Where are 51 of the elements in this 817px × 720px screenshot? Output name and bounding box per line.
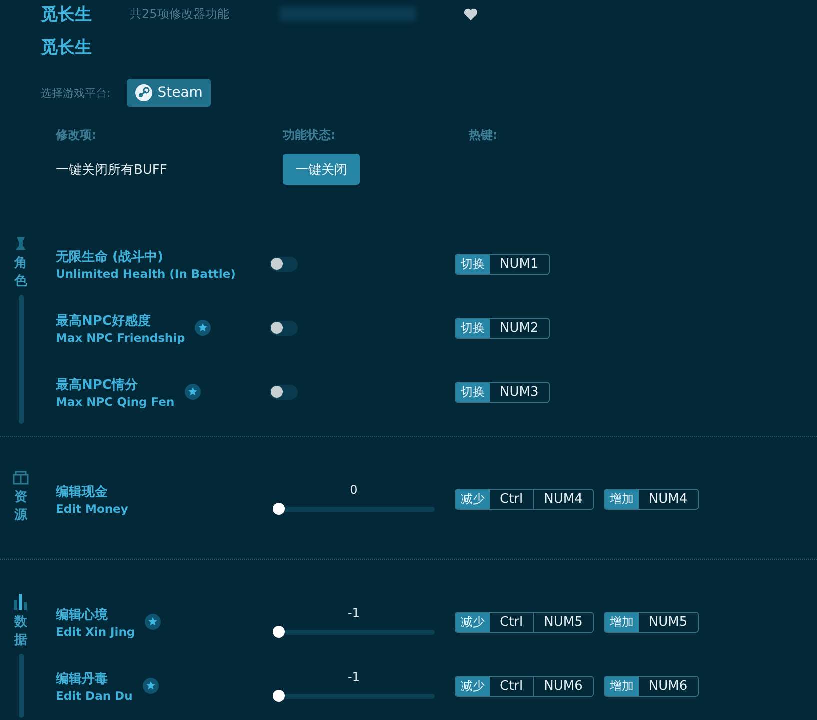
bar-chart-icon <box>13 594 29 610</box>
buff-label: 一键关闭所有BUFF <box>56 162 168 178</box>
slider[interactable] <box>273 690 435 702</box>
column-header: 功能状态: <box>283 127 337 144</box>
hotkey-badge[interactable]: 减少 Ctrl NUM5 <box>455 612 594 632</box>
option-name-english: Edit Xin Jing <box>56 624 136 638</box>
app-title: 觅长生 <box>41 4 93 26</box>
game-title: 觅长生 <box>41 37 93 59</box>
slider[interactable] <box>273 626 435 638</box>
chest-icon <box>13 471 29 485</box>
hotkey-badge[interactable]: 减少 Ctrl NUM6 <box>455 676 594 696</box>
hotkey-badge[interactable]: 增加 NUM6 <box>604 676 699 696</box>
slider-thumb[interactable] <box>273 503 285 515</box>
option-name: 最高NPC情分 <box>56 376 139 394</box>
toggle-switch[interactable] <box>270 320 298 336</box>
hotkey-badge[interactable]: 切换 NUM3 <box>455 382 550 402</box>
heart-icon[interactable] <box>464 8 478 20</box>
hotkey-badge[interactable]: 增加 NUM4 <box>604 488 699 510</box>
option-name: 编辑心境 <box>56 606 109 624</box>
slider-thumb[interactable] <box>273 626 285 638</box>
hotkey-badge[interactable]: 减少 Ctrl NUM4 <box>455 488 594 510</box>
category-label: 数据 <box>14 614 28 650</box>
toggle-switch[interactable] <box>270 384 298 400</box>
option-name-english: Edit Money <box>56 502 128 516</box>
platform-logo-icon <box>134 84 153 102</box>
hotkey-badge[interactable]: 切换 NUM2 <box>455 318 550 338</box>
slider-value: 0 <box>349 483 359 497</box>
figure-icon <box>14 236 28 251</box>
column-header: 热键: <box>469 127 499 144</box>
hotkey-badge[interactable]: 增加 NUM5 <box>604 612 699 632</box>
slider-thumb[interactable] <box>273 690 285 702</box>
disable-all-button[interactable]: 一键关闭 <box>283 154 360 185</box>
hotkey-badge[interactable]: 切换 NUM1 <box>455 254 550 274</box>
option-name: 编辑丹毒 <box>56 670 109 688</box>
option-name: 最高NPC好感度 <box>56 312 152 330</box>
slider-value: -1 <box>347 606 361 620</box>
slider[interactable] <box>273 503 435 515</box>
column-header: 修改项: <box>56 127 98 144</box>
option-name: 无限生命 (战斗中) <box>56 248 164 266</box>
option-name-english: Max NPC Qing Fen <box>56 394 175 408</box>
platform-label: 选择游戏平台: <box>41 86 111 100</box>
option-name-english: Max NPC Friendship <box>56 330 186 344</box>
option-name: 编辑现金 <box>56 484 109 500</box>
option-name-english: Unlimited Health (In Battle) <box>56 266 236 280</box>
platform-button[interactable]: Steam <box>126 79 211 107</box>
toggle-switch[interactable] <box>270 256 298 272</box>
category-label: 资源 <box>14 489 28 526</box>
slider-value: -1 <box>347 670 361 684</box>
option-name-english: Edit Dan Du <box>56 688 133 702</box>
feature-count: 共25项修改器功能 <box>130 6 230 22</box>
category-label: 角色 <box>14 255 28 292</box>
